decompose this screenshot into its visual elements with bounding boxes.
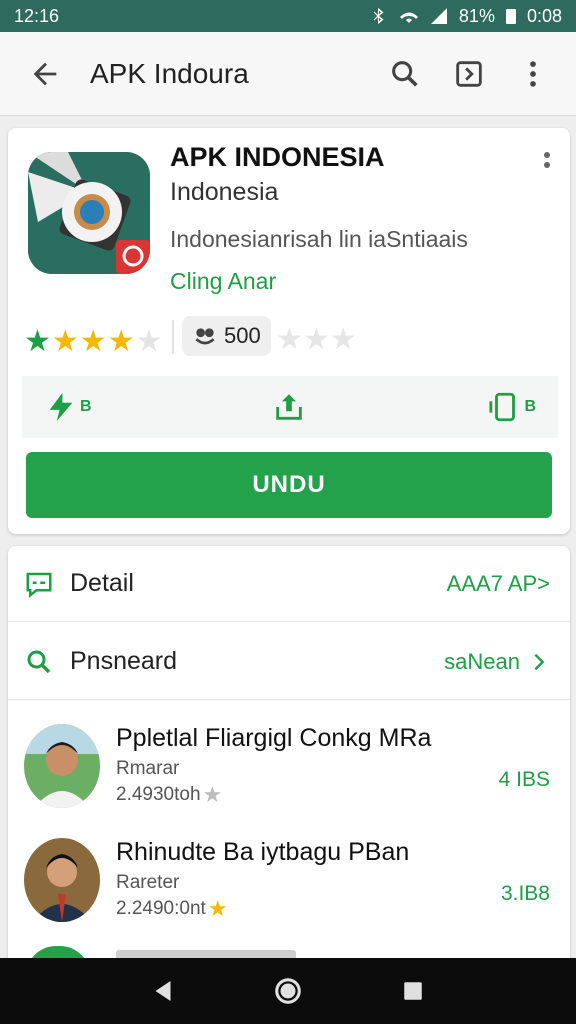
wishlist-action-label: B xyxy=(80,398,92,415)
chevron-right-icon xyxy=(534,653,545,670)
item-meta-text: 2.2490:0nt xyxy=(116,898,206,919)
battery-percent: 81% xyxy=(458,5,495,26)
flash-icon xyxy=(49,392,73,422)
downloads-count: 500 xyxy=(224,323,261,348)
share-action[interactable] xyxy=(272,390,308,424)
back-button[interactable] xyxy=(0,57,90,91)
battery-icon xyxy=(505,9,516,24)
search-row-label: Pnsneard xyxy=(70,647,178,675)
developer-name: Indonesia xyxy=(170,178,279,206)
item-subtitle: Rmarar xyxy=(116,758,180,779)
app-icon xyxy=(28,152,150,274)
navigation-bar xyxy=(0,958,576,1024)
download-icon xyxy=(195,328,215,345)
avatar xyxy=(24,724,100,808)
item-meta: 2.4930toh ★ xyxy=(116,782,222,808)
search-icon xyxy=(27,650,51,673)
install-button[interactable]: UNDU xyxy=(26,452,552,518)
app-header-card: APK INDONESIA Indonesia Indonesianrisah … xyxy=(8,128,570,534)
star-icon: ★ xyxy=(202,782,223,807)
rating-stars: ★★★★★ xyxy=(24,325,164,358)
app-description: Indonesianrisah lin iaSntiaais xyxy=(170,226,468,252)
wishlist-action[interactable]: B xyxy=(44,390,92,424)
signal-icon xyxy=(430,8,447,24)
action-bar: B B xyxy=(22,376,558,438)
detail-link[interactable]: AAA7 AP> xyxy=(447,571,570,597)
list-item[interactable]: Ppletlal Fliargigl Conkg MRa Rmarar 2.49… xyxy=(8,710,570,820)
search-row-link[interactable]: saNean xyxy=(444,649,570,675)
divider xyxy=(172,320,174,354)
item-meta-text: 2.4930toh xyxy=(116,784,201,805)
back-arrow-icon xyxy=(33,62,57,85)
share-icon xyxy=(276,394,302,420)
device-action-label: B xyxy=(524,398,536,415)
star-icon: ★ xyxy=(207,896,228,921)
nav-recents-icon[interactable] xyxy=(398,976,428,1006)
avatar xyxy=(24,838,100,922)
wifi-icon xyxy=(399,12,418,23)
bluetooth-icon xyxy=(373,7,384,25)
item-size: 3.IB8 xyxy=(500,882,550,905)
search-row-link-text: saNean xyxy=(444,648,520,674)
search-icon[interactable] xyxy=(388,57,422,91)
item-title: Rhinudte Ba iytbagu PBan xyxy=(116,838,410,866)
overflow-menu-icon[interactable] xyxy=(516,57,550,91)
device-icon xyxy=(489,392,516,422)
details-card: Detail AAA7 AP> Pnsneard saNean Ppletlal… xyxy=(8,546,570,966)
app-category[interactable]: Cling Anar xyxy=(170,268,276,295)
status-bar: 12:16 81% 0:08 xyxy=(0,0,576,32)
search-row[interactable]: Pnsneard saNean xyxy=(8,624,570,700)
item-subtitle: Rareter xyxy=(116,872,180,893)
item-size: 4 IBS xyxy=(498,768,550,791)
item-meta: 2.2490:0nt ★ xyxy=(116,896,228,922)
detail-row[interactable]: Detail AAA7 AP> xyxy=(8,546,570,622)
downloads-chip: 500 xyxy=(182,316,271,356)
item-title: Ppletlal Fliargigl Conkg MRa xyxy=(116,724,432,752)
empty-stars: ★★★ xyxy=(276,323,357,356)
more-options-icon[interactable] xyxy=(542,148,552,172)
app-name: APK INDONESIA xyxy=(170,142,385,172)
status-clock: 0:08 xyxy=(526,5,562,26)
app-bar: APK Indoura xyxy=(0,32,576,116)
chat-icon xyxy=(26,572,52,598)
list-item[interactable]: Rhinudte Ba iytbagu PBan Rareter 2.2490:… xyxy=(8,824,570,934)
device-action[interactable]: B xyxy=(488,390,536,424)
cast-icon[interactable] xyxy=(452,57,486,91)
detail-label: Detail xyxy=(70,569,134,597)
page-title: APK Indoura xyxy=(90,57,249,89)
nav-back-icon[interactable] xyxy=(148,976,178,1006)
status-time: 12:16 xyxy=(14,5,60,26)
nav-home-icon[interactable] xyxy=(273,976,303,1006)
